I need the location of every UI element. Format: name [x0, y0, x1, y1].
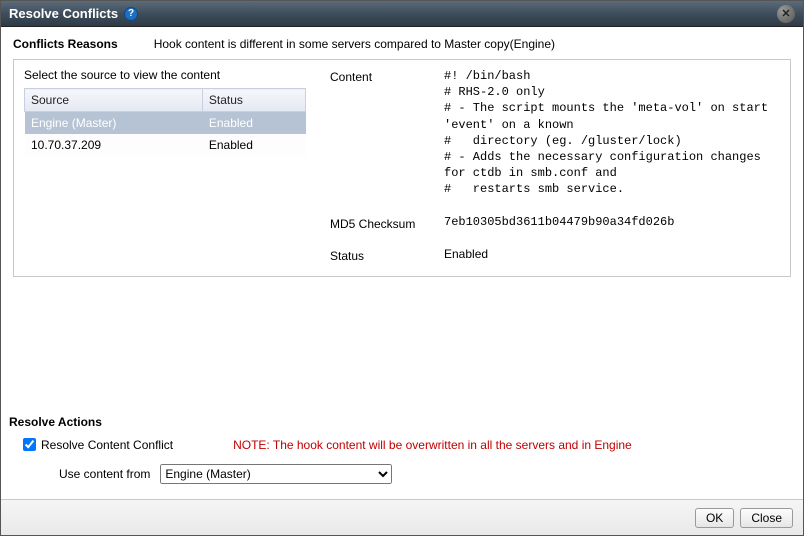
- source-table-header: Source Status: [25, 89, 306, 112]
- resolve-section: Resolve Actions Resolve Content Conflict…: [9, 415, 795, 484]
- cell-source: Engine (Master): [25, 112, 203, 135]
- table-row[interactable]: 10.70.37.209 Enabled: [25, 134, 306, 156]
- resolve-row-2: Use content from Engine (Master) 10.70.3…: [9, 464, 795, 484]
- table-row[interactable]: Engine (Master) Enabled: [25, 112, 306, 135]
- use-content-from-label: Use content from: [59, 467, 150, 481]
- resolve-content-checkbox[interactable]: [23, 438, 36, 451]
- close-button[interactable]: Close: [740, 508, 793, 528]
- resolve-row-1: Resolve Content Conflict NOTE: The hook …: [9, 435, 795, 454]
- help-icon[interactable]: ?: [124, 7, 138, 21]
- conflicts-row: Conflicts Reasons Hook content is differ…: [9, 33, 795, 59]
- use-content-from-select[interactable]: Engine (Master) 10.70.37.209: [160, 464, 392, 484]
- main-panel: Select the source to view the content So…: [13, 59, 791, 277]
- status-label: Status: [330, 247, 434, 264]
- details-panel: Content #! /bin/bash # RHS-2.0 only # - …: [330, 68, 780, 264]
- content-text[interactable]: #! /bin/bash # RHS-2.0 only # - The scri…: [444, 68, 780, 200]
- ok-button[interactable]: OK: [695, 508, 734, 528]
- dialog-footer: OK Close: [1, 499, 803, 535]
- content-label: Content: [330, 68, 434, 201]
- resolve-note: NOTE: The hook content will be overwritt…: [233, 438, 632, 452]
- col-source[interactable]: Source: [25, 89, 203, 112]
- source-instruction: Select the source to view the content: [24, 68, 306, 82]
- source-panel: Select the source to view the content So…: [24, 68, 306, 264]
- cell-status: Enabled: [202, 112, 305, 135]
- resolve-heading: Resolve Actions: [9, 415, 795, 429]
- source-table: Source Status Engine (Master) Enabled 10…: [24, 88, 306, 156]
- conflicts-reasons-text: Hook content is different in some server…: [154, 37, 555, 51]
- resolve-checkbox-label[interactable]: Resolve Content Conflict: [19, 435, 173, 454]
- md5-label: MD5 Checksum: [330, 215, 434, 232]
- cell-status: Enabled: [202, 134, 305, 156]
- conflicts-reasons-label: Conflicts Reasons: [13, 37, 118, 51]
- dialog-body: Conflicts Reasons Hook content is differ…: [1, 27, 803, 499]
- close-icon[interactable]: ✕: [777, 5, 795, 23]
- status-value: Enabled: [444, 247, 780, 264]
- md5-value: 7eb10305bd3611b04479b90a34fd026b: [444, 215, 780, 232]
- cell-source: 10.70.37.209: [25, 134, 203, 156]
- resolve-checkbox-text: Resolve Content Conflict: [41, 438, 173, 452]
- dialog-title: Resolve Conflicts: [9, 6, 118, 21]
- titlebar: Resolve Conflicts ? ✕: [1, 1, 803, 27]
- col-status[interactable]: Status: [202, 89, 305, 112]
